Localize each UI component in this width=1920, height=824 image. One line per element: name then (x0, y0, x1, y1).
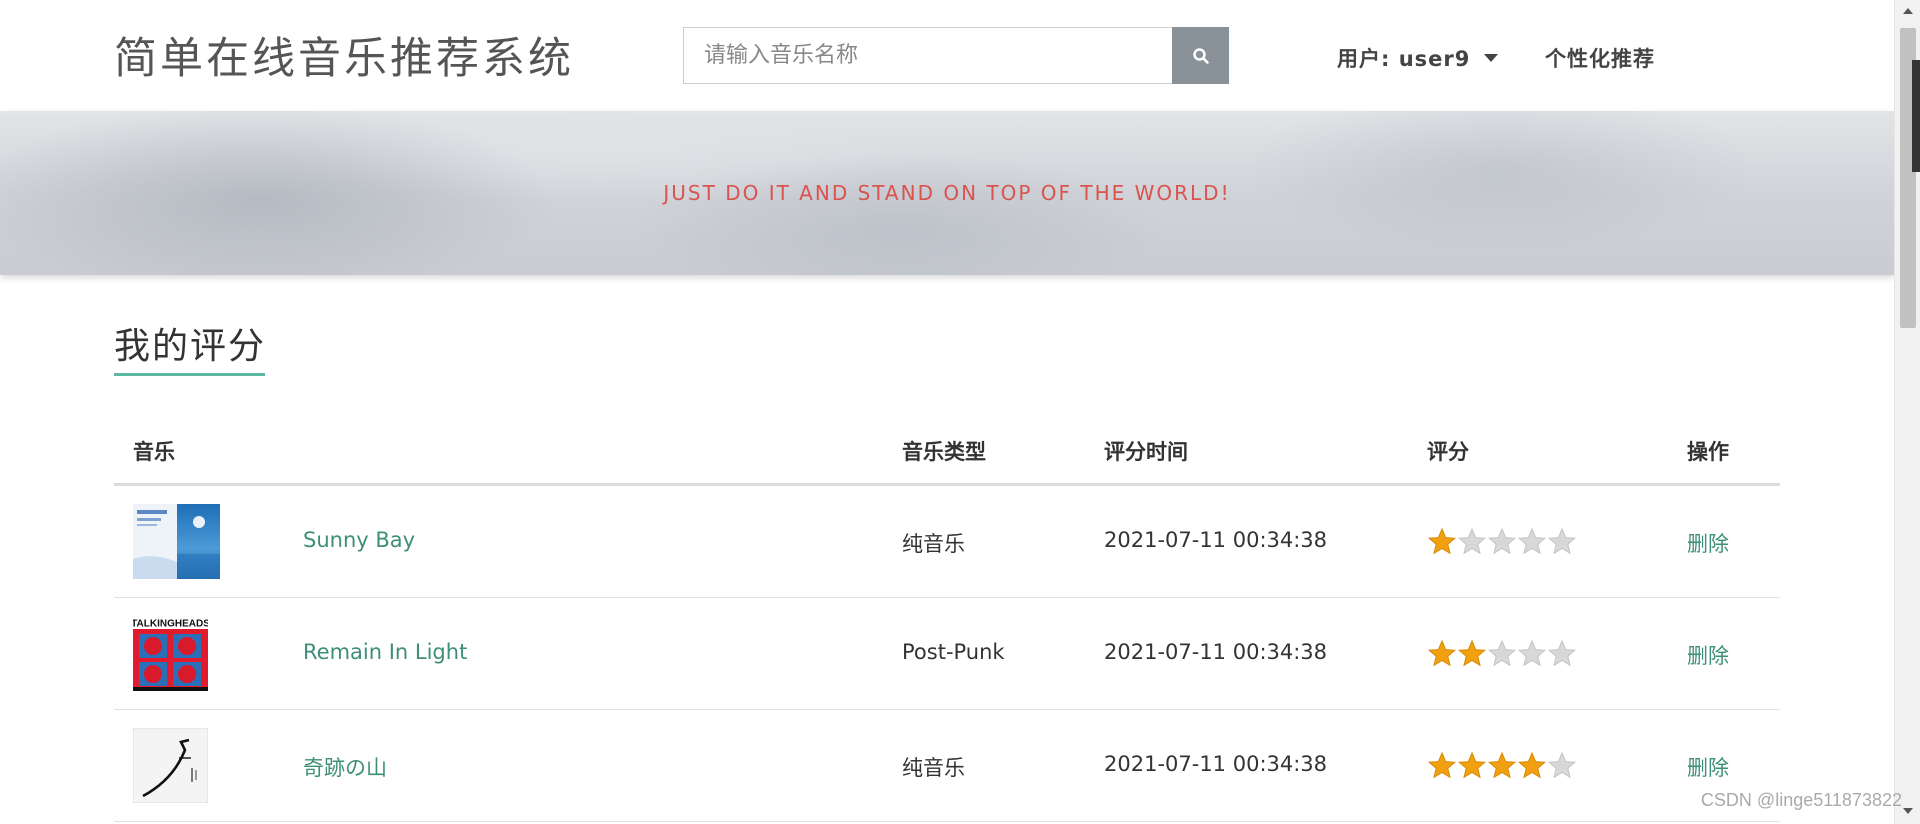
user-menu-dropdown[interactable]: 用户: user9 (1337, 43, 1499, 73)
rating-time-text: 2021-07-11 00:34:38 (1104, 752, 1328, 776)
star-empty-icon[interactable] (1547, 751, 1577, 781)
star-filled-icon[interactable] (1517, 751, 1547, 781)
search-input[interactable] (684, 28, 1172, 83)
star-filled-icon[interactable] (1457, 639, 1487, 669)
scroll-down-arrow-icon[interactable] (1903, 808, 1913, 814)
section-title-underline (114, 373, 265, 376)
music-title-link[interactable]: 奇跡の山 (303, 752, 387, 782)
scroll-up-arrow-icon[interactable] (1903, 8, 1913, 14)
site-title[interactable]: 简单在线音乐推荐系统 (114, 24, 574, 86)
star-empty-icon[interactable] (1517, 639, 1547, 669)
star-empty-icon[interactable] (1487, 639, 1517, 669)
genre-text: Post-Punk (902, 640, 1005, 664)
star-filled-icon[interactable] (1427, 751, 1457, 781)
search-box (683, 27, 1229, 84)
genre-text: 纯音乐 (902, 532, 965, 556)
delete-link[interactable]: 删除 (1687, 528, 1729, 558)
banner: JUST DO IT AND STAND ON TOP OF THE WORLD… (0, 111, 1894, 275)
music-title-link[interactable]: Remain In Light (303, 640, 467, 664)
column-header-time: 评分时间 (1104, 440, 1188, 464)
watermark: CSDN @linge511873822 (1700, 790, 1902, 810)
table-header: 音乐 音乐类型 评分时间 评分 操作 (114, 420, 1780, 486)
section-title: 我的评分 (114, 326, 267, 367)
column-header-rating: 评分 (1427, 440, 1469, 464)
star-empty-icon[interactable] (1457, 527, 1487, 557)
rating-time-text: 2021-07-11 00:34:38 (1104, 640, 1328, 664)
star-rating[interactable] (1427, 751, 1577, 781)
star-rating[interactable] (1427, 527, 1577, 557)
banner-slogan: JUST DO IT AND STAND ON TOP OF THE WORLD… (663, 181, 1231, 205)
top-navbar: 简单在线音乐推荐系统 用户: user9 个性化推荐 (0, 0, 1894, 111)
star-rating[interactable] (1427, 639, 1577, 669)
star-empty-icon[interactable] (1547, 639, 1577, 669)
star-filled-icon[interactable] (1427, 527, 1457, 557)
album-cover[interactable]: TALKINGHEADS (133, 616, 208, 691)
star-empty-icon[interactable] (1517, 527, 1547, 557)
search-icon (1192, 47, 1209, 64)
scroll-indicator (1912, 60, 1920, 172)
star-filled-icon[interactable] (1427, 639, 1457, 669)
ratings-table: 音乐 音乐类型 评分时间 评分 操作 Sunny Bay 纯音乐 2021-07… (114, 420, 1780, 822)
delete-link[interactable]: 删除 (1687, 752, 1729, 782)
caret-down-icon (1484, 54, 1499, 62)
star-empty-icon[interactable] (1547, 527, 1577, 557)
user-label: 用户: user9 (1337, 47, 1471, 71)
delete-link[interactable]: 删除 (1687, 640, 1729, 670)
album-cover[interactable] (133, 504, 220, 579)
star-empty-icon[interactable] (1487, 527, 1517, 557)
rating-time-text: 2021-07-11 00:34:38 (1104, 528, 1328, 552)
table-row: 奇跡の山 纯音乐 2021-07-11 00:34:38 删除 (114, 710, 1780, 822)
star-filled-icon[interactable] (1457, 751, 1487, 781)
nav-personalized-recommend[interactable]: 个性化推荐 (1545, 43, 1655, 73)
column-header-action: 操作 (1687, 440, 1729, 464)
album-cover-text: TALKINGHEADS (133, 619, 208, 630)
star-filled-icon[interactable] (1487, 751, 1517, 781)
album-cover[interactable] (133, 728, 208, 803)
table-row: Sunny Bay 纯音乐 2021-07-11 00:34:38 删除 (114, 486, 1780, 598)
column-header-music: 音乐 (133, 440, 175, 464)
table-row: TALKINGHEADS Remain In Light Post-Punk 2… (114, 598, 1780, 710)
music-title-link[interactable]: Sunny Bay (303, 528, 415, 552)
search-button[interactable] (1172, 27, 1229, 84)
genre-text: 纯音乐 (902, 756, 965, 780)
column-header-genre: 音乐类型 (902, 440, 986, 464)
